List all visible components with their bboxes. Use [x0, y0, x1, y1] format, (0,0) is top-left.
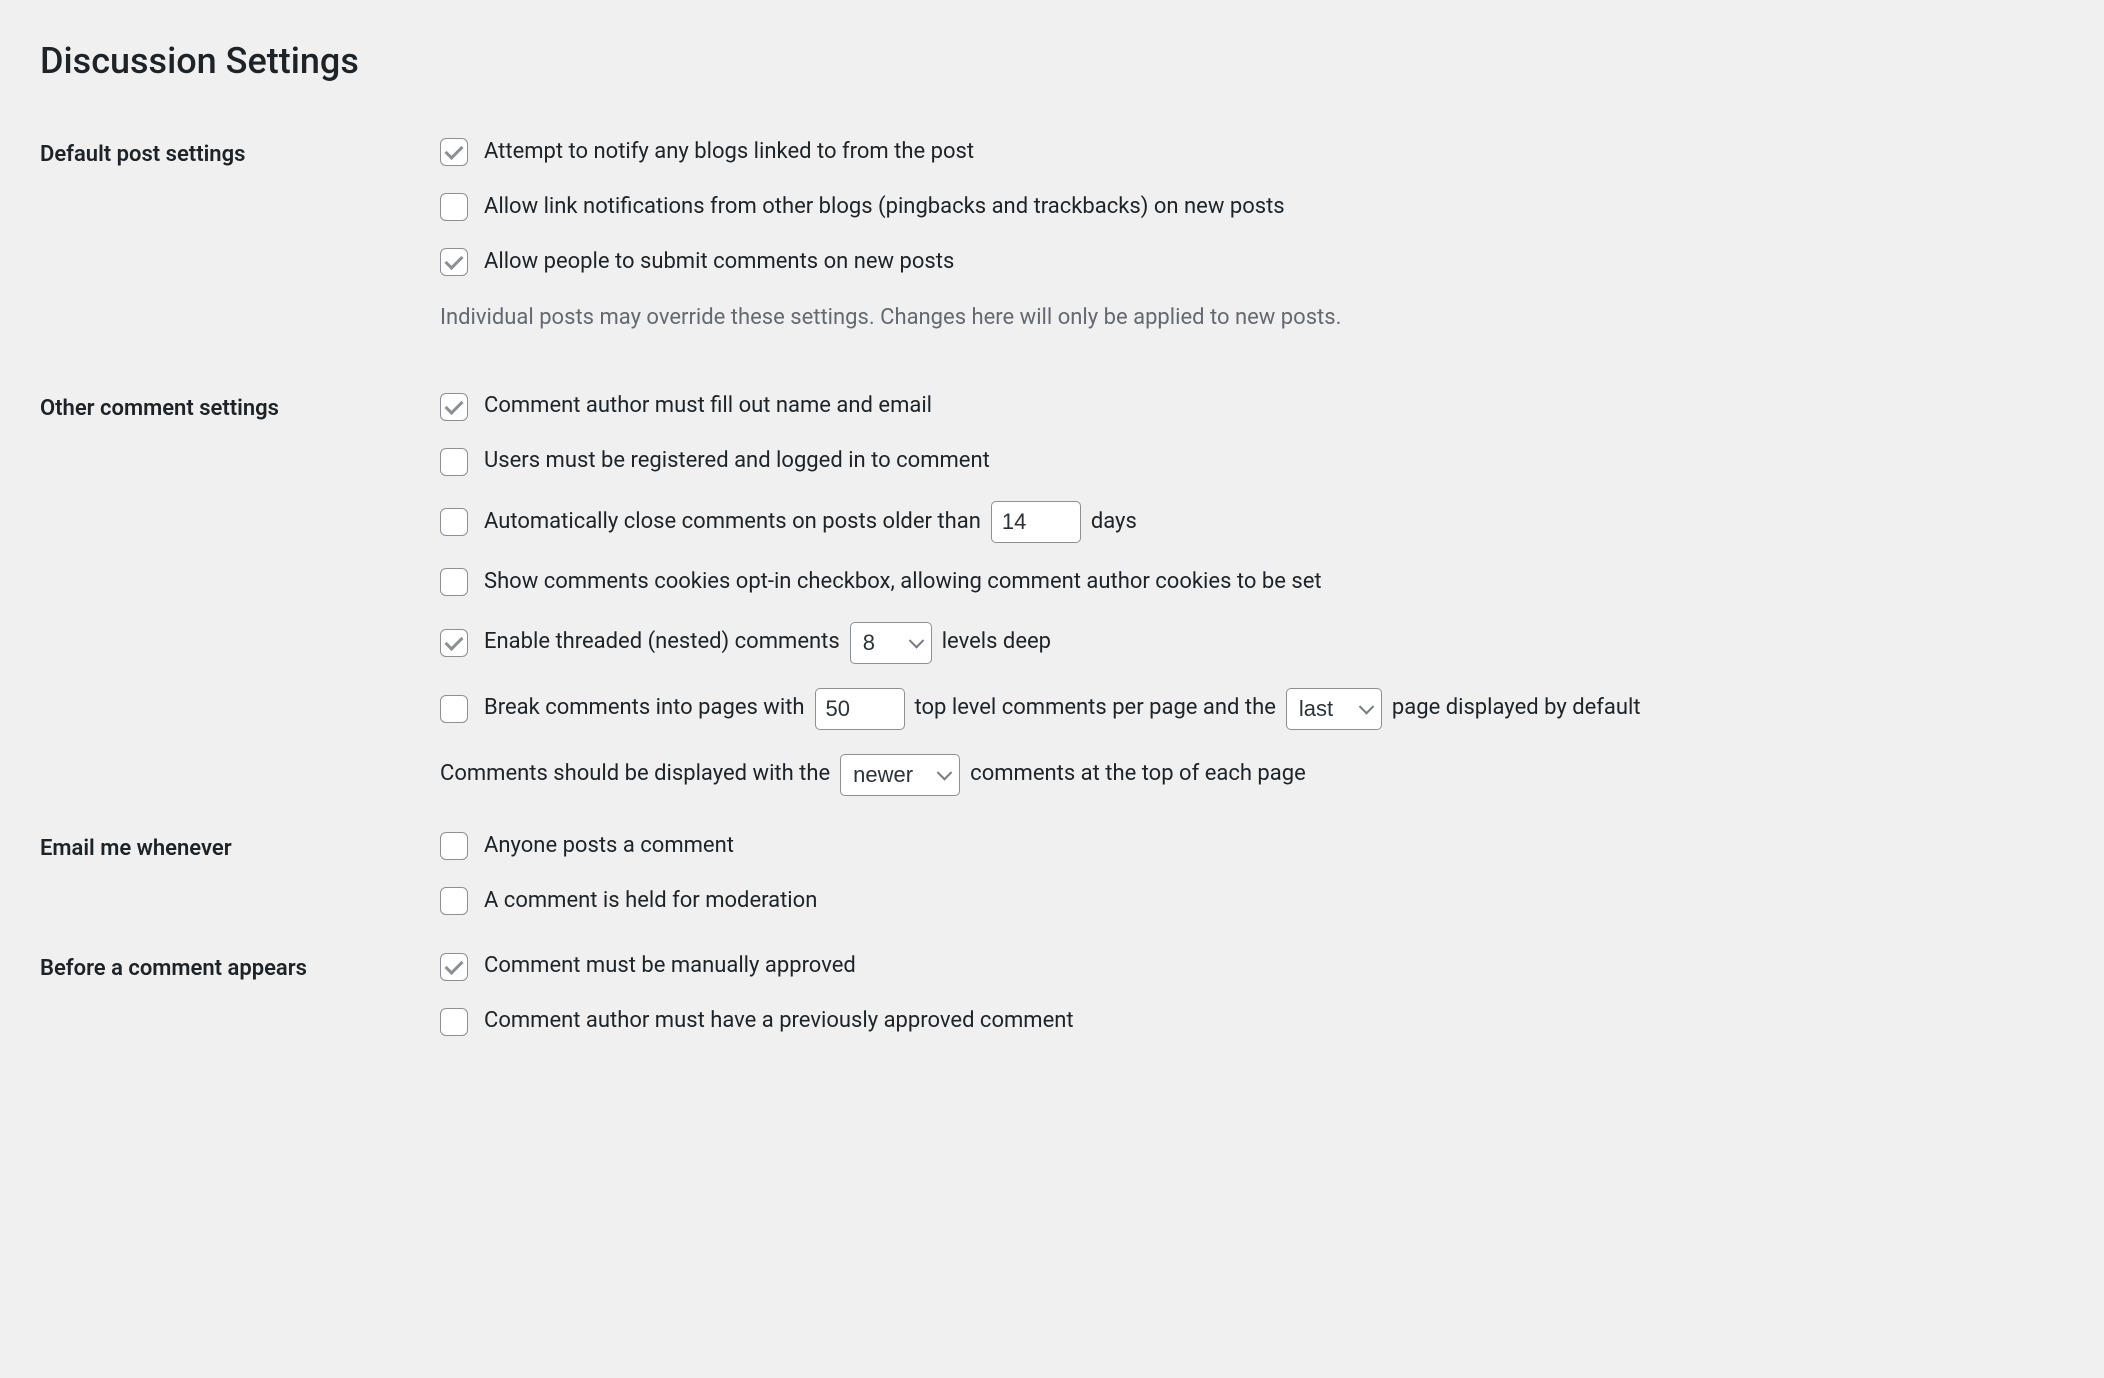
- checkbox-cookies-optin[interactable]: [440, 568, 468, 596]
- description-default-post: Individual posts may override these sett…: [440, 301, 2064, 334]
- label-anyone-posts[interactable]: Anyone posts a comment: [484, 831, 734, 862]
- field-pingback-flag: Attempt to notify any blogs linked to fr…: [440, 137, 2064, 168]
- checkbox-comment-status[interactable]: [440, 248, 468, 276]
- input-comments-per-page[interactable]: [815, 688, 905, 730]
- field-comment-order: Comments should be displayed with the ne…: [440, 754, 2064, 796]
- label-paginate-after: page displayed by default: [1392, 693, 1641, 724]
- checkbox-require-name-email[interactable]: [440, 393, 468, 421]
- settings-wrap: Discussion Settings Default post setting…: [0, 0, 2104, 1097]
- field-paginate-comments: Break comments into pages with top level…: [440, 688, 2064, 730]
- select-wrap-comment-order: newer: [830, 754, 970, 796]
- label-close-comments-after: days: [1091, 507, 1137, 538]
- field-manual-approve: Comment must be manually approved: [440, 951, 2064, 982]
- label-comment-registration[interactable]: Users must be registered and logged in t…: [484, 446, 990, 477]
- checkbox-manual-approve[interactable]: [440, 953, 468, 981]
- checkbox-previously-approved[interactable]: [440, 1008, 468, 1036]
- heading-email-me-whenever: Email me whenever: [40, 816, 440, 937]
- label-held-moderation[interactable]: A comment is held for moderation: [484, 886, 817, 917]
- checkbox-pingback-flag[interactable]: [440, 138, 468, 166]
- row-before-comment-appears: Before a comment appears Comment must be…: [40, 936, 2064, 1057]
- input-close-comments-days[interactable]: [991, 501, 1081, 543]
- select-default-page[interactable]: last: [1286, 688, 1382, 730]
- checkbox-threaded-comments[interactable]: [440, 629, 468, 657]
- select-wrap-default-page: last: [1276, 688, 1392, 730]
- field-anyone-posts: Anyone posts a comment: [440, 831, 2064, 862]
- field-previously-approved: Comment author must have a previously ap…: [440, 1006, 2064, 1037]
- heading-other-comment-settings: Other comment settings: [40, 376, 440, 815]
- label-ping-status[interactable]: Allow link notifications from other blog…: [484, 192, 1285, 223]
- label-previously-approved[interactable]: Comment author must have a previously ap…: [484, 1006, 1074, 1037]
- checkbox-paginate-comments[interactable]: [440, 695, 468, 723]
- page-title: Discussion Settings: [40, 40, 2064, 82]
- settings-table: Default post settings Attempt to notify …: [40, 122, 2064, 1057]
- label-close-comments-before[interactable]: Automatically close comments on posts ol…: [484, 507, 981, 538]
- label-threaded-before[interactable]: Enable threaded (nested) comments: [484, 627, 840, 658]
- label-threaded-after: levels deep: [942, 627, 1051, 658]
- heading-default-post-settings: Default post settings: [40, 122, 440, 376]
- label-order-after: comments at the top of each page: [970, 759, 1306, 790]
- field-threaded-comments: Enable threaded (nested) comments 8 leve…: [440, 622, 2064, 664]
- label-comment-status[interactable]: Allow people to submit comments on new p…: [484, 247, 954, 278]
- checkbox-anyone-posts[interactable]: [440, 832, 468, 860]
- row-default-post-settings: Default post settings Attempt to notify …: [40, 122, 2064, 376]
- field-close-comments: Automatically close comments on posts ol…: [440, 501, 2064, 543]
- label-pingback-flag[interactable]: Attempt to notify any blogs linked to fr…: [484, 137, 974, 168]
- checkbox-held-moderation[interactable]: [440, 887, 468, 915]
- heading-before-comment-appears: Before a comment appears: [40, 936, 440, 1057]
- field-comment-status: Allow people to submit comments on new p…: [440, 247, 2064, 278]
- label-require-name-email[interactable]: Comment author must fill out name and em…: [484, 391, 932, 422]
- checkbox-comment-registration[interactable]: [440, 448, 468, 476]
- select-wrap-threaded-depth: 8: [840, 622, 942, 664]
- select-threaded-depth[interactable]: 8: [850, 622, 932, 664]
- field-held-moderation: A comment is held for moderation: [440, 886, 2064, 917]
- label-manual-approve[interactable]: Comment must be manually approved: [484, 951, 856, 982]
- field-require-name-email: Comment author must fill out name and em…: [440, 391, 2064, 422]
- checkbox-ping-status[interactable]: [440, 193, 468, 221]
- row-email-me-whenever: Email me whenever Anyone posts a comment…: [40, 816, 2064, 937]
- row-other-comment-settings: Other comment settings Comment author mu…: [40, 376, 2064, 815]
- label-order-before: Comments should be displayed with the: [440, 759, 830, 790]
- checkbox-close-comments[interactable]: [440, 508, 468, 536]
- label-cookies-optin[interactable]: Show comments cookies opt-in checkbox, a…: [484, 567, 1322, 598]
- field-ping-status: Allow link notifications from other blog…: [440, 192, 2064, 223]
- label-paginate-before[interactable]: Break comments into pages with: [484, 693, 805, 724]
- select-comment-order[interactable]: newer: [840, 754, 960, 796]
- field-comment-registration: Users must be registered and logged in t…: [440, 446, 2064, 477]
- label-paginate-mid: top level comments per page and the: [915, 693, 1276, 724]
- field-cookies-optin: Show comments cookies opt-in checkbox, a…: [440, 567, 2064, 598]
